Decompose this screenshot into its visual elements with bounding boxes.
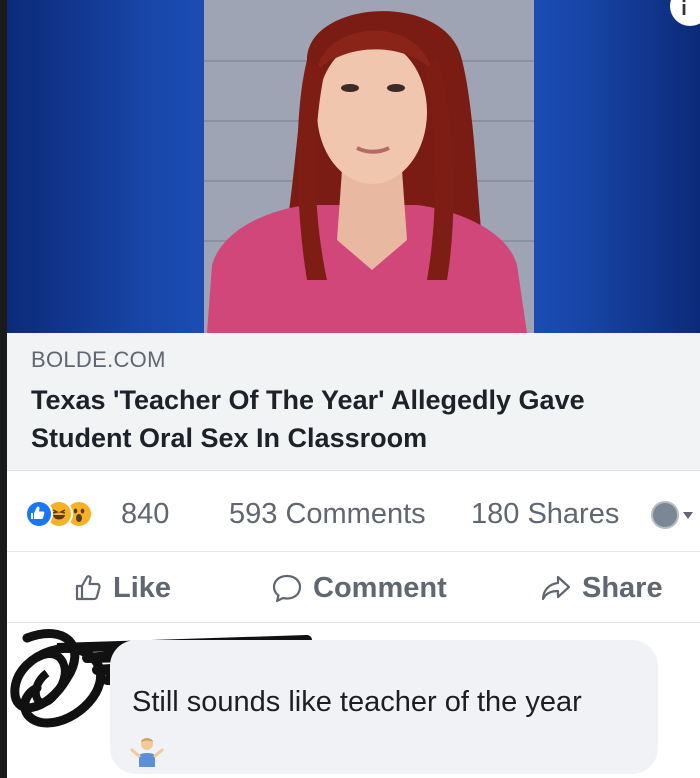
post-actions: Like Comment Share xyxy=(7,553,700,623)
audience-avatar-icon[interactable] xyxy=(651,501,679,529)
shares-count[interactable]: 180 Shares xyxy=(471,498,619,531)
comments-count[interactable]: 593 Comments xyxy=(229,498,426,531)
link-preview[interactable]: BOLDE.COM Texas 'Teacher Of The Year' Al… xyxy=(7,333,700,471)
comment-label: Comment xyxy=(313,571,447,604)
article-image[interactable]: i xyxy=(7,0,700,333)
person-shrugging-icon xyxy=(130,738,164,767)
comment-button[interactable]: Comment xyxy=(271,571,447,605)
link-title[interactable]: Texas 'Teacher Of The Year' Allegedly Ga… xyxy=(31,381,691,457)
share-label: Share xyxy=(582,571,663,604)
caret-down-icon[interactable] xyxy=(683,512,693,519)
comment-text: Still sounds like teacher of the year xyxy=(132,686,582,718)
like-icon xyxy=(25,500,53,528)
speech-bubble-icon xyxy=(272,574,302,603)
reaction-count[interactable]: 840 xyxy=(121,498,169,531)
comment-bubble[interactable]: Still sounds like teacher of the year xyxy=(110,640,658,774)
thumbs-up-icon xyxy=(75,575,101,601)
screenshot-left-edge xyxy=(0,0,7,778)
engagement-stats: 840 593 Comments 180 Shares xyxy=(7,472,700,552)
reaction-icons[interactable] xyxy=(25,500,125,530)
share-arrow-icon xyxy=(541,575,571,601)
like-label: Like xyxy=(113,571,172,604)
like-button[interactable]: Like xyxy=(73,571,171,605)
link-domain: BOLDE.COM xyxy=(31,347,166,372)
share-button[interactable]: Share xyxy=(540,571,663,605)
person-photo xyxy=(207,11,527,333)
